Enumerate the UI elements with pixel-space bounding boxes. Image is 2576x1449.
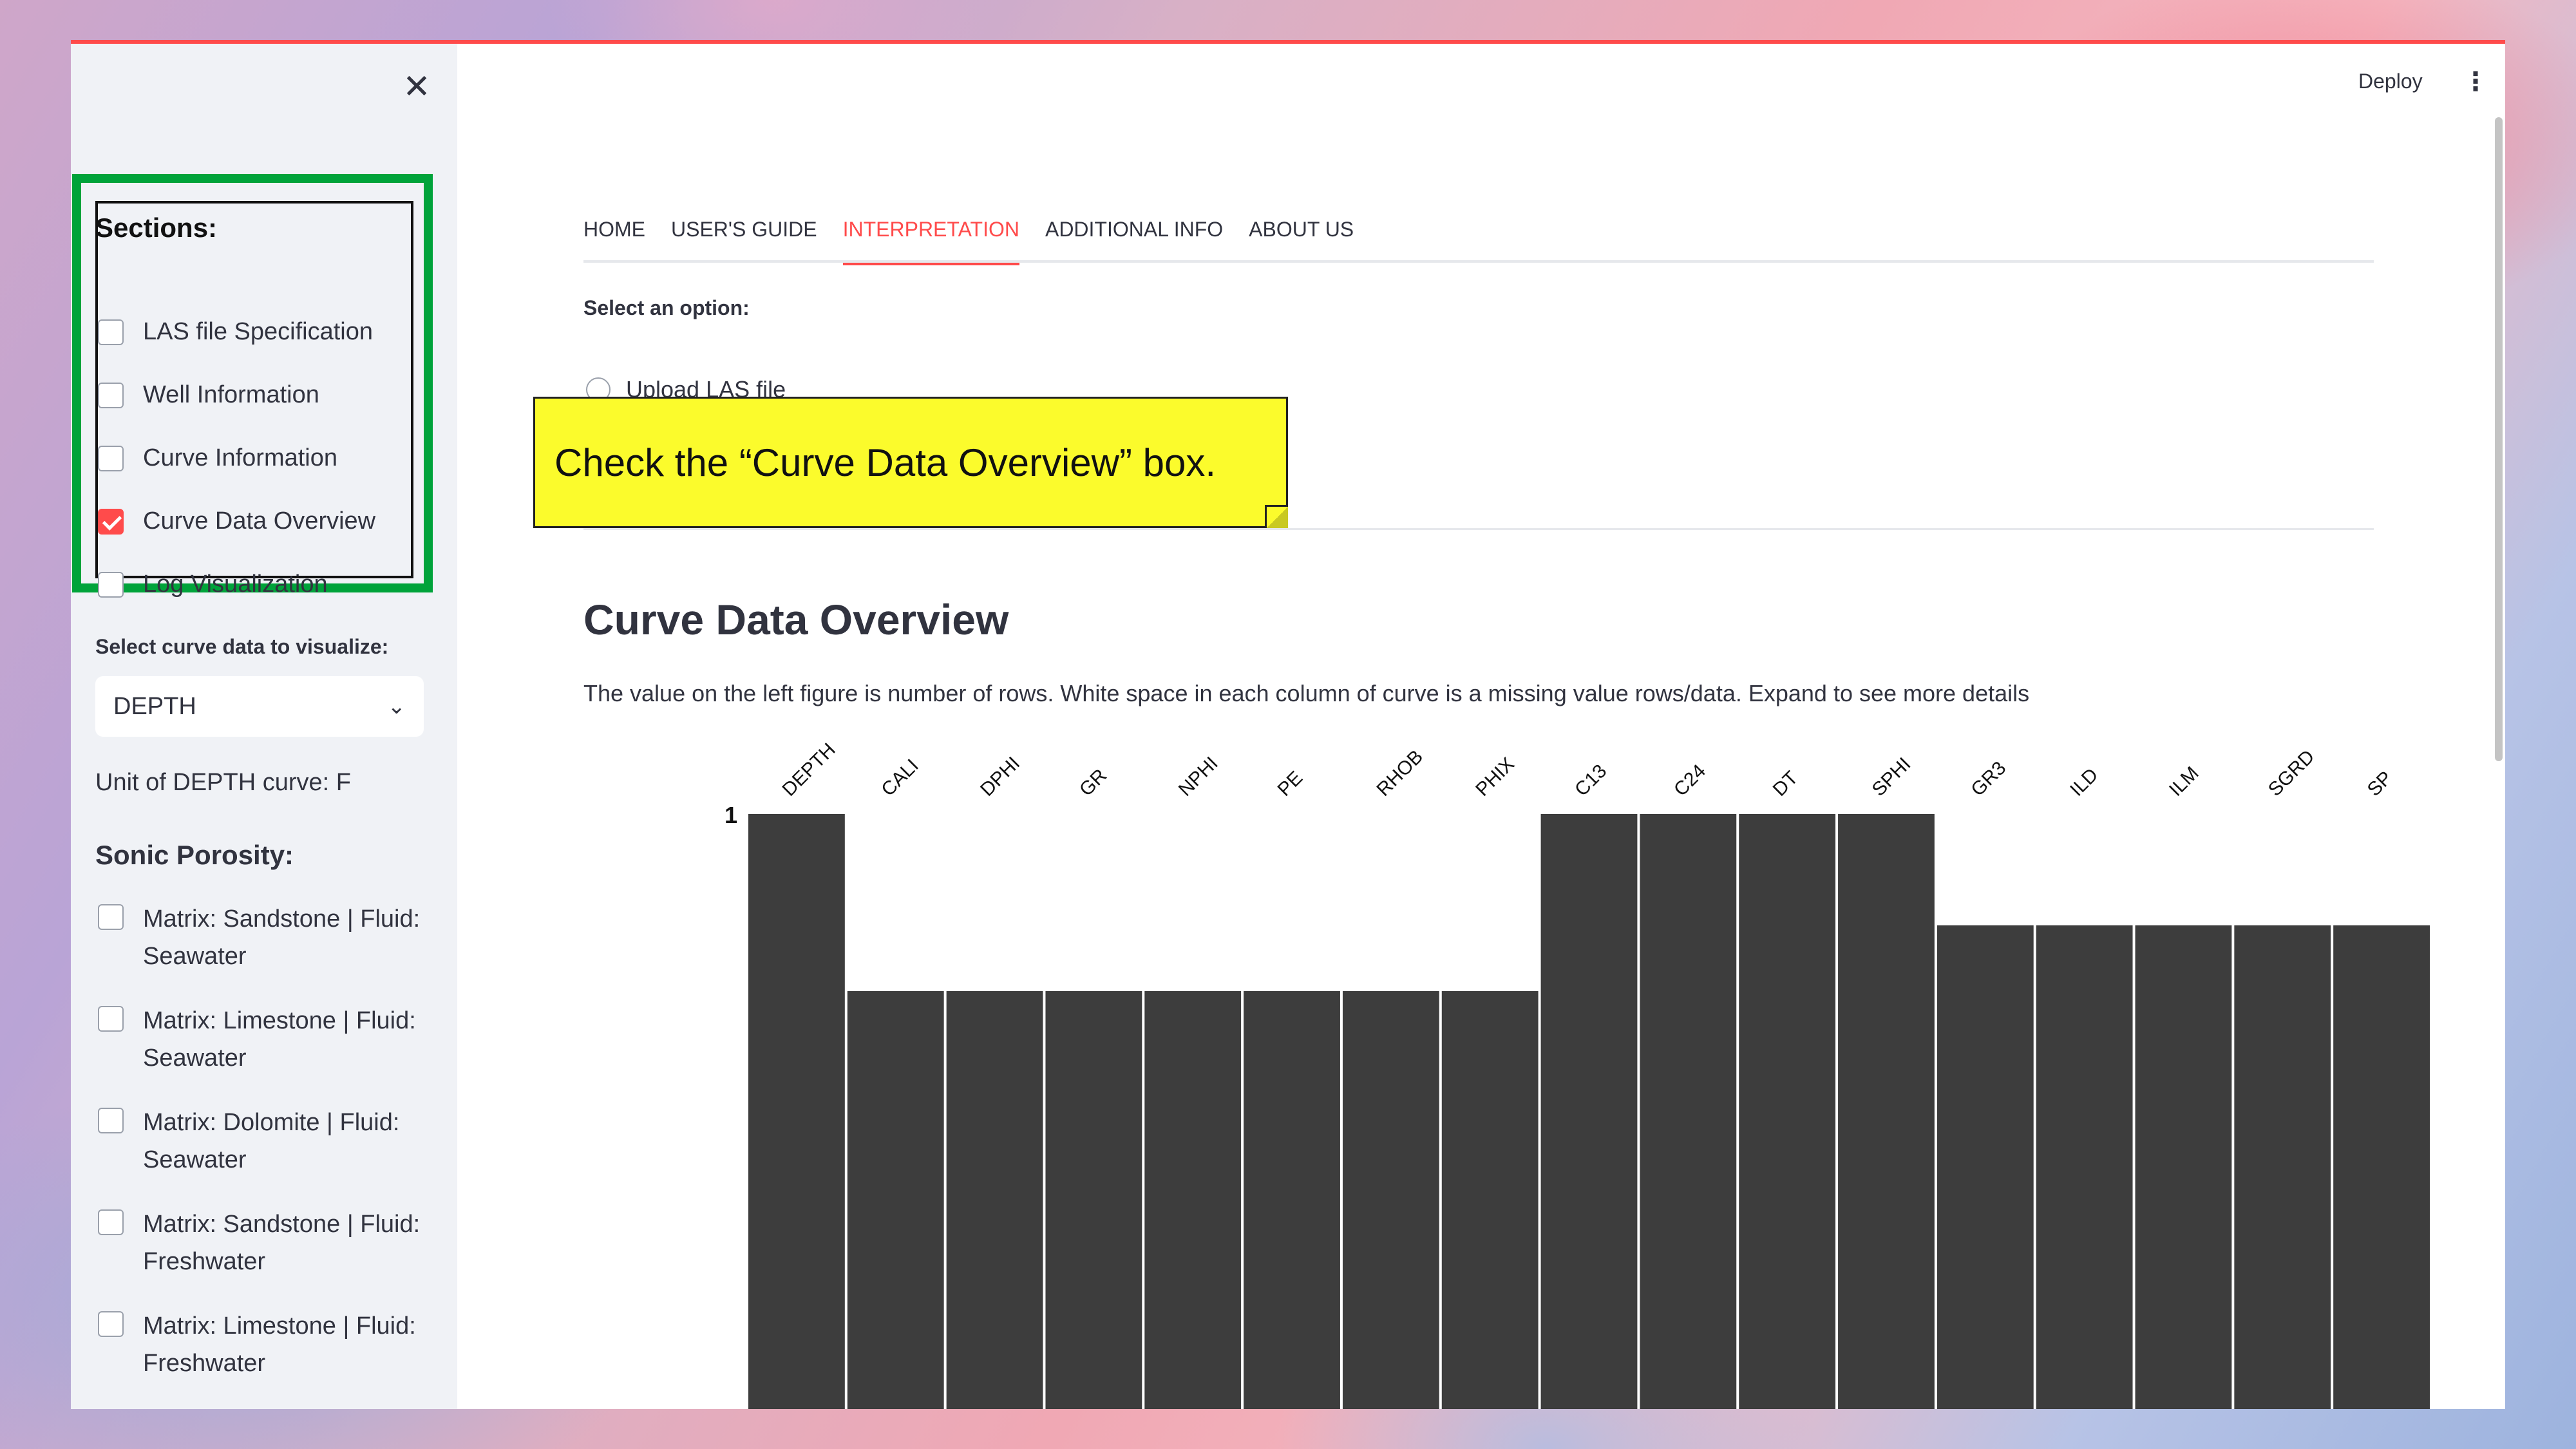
sidebar: ✕ Sections: LAS file Specification Well I… [71, 44, 457, 1409]
checkbox[interactable] [98, 1311, 124, 1337]
tick-label-ilm: ILM [2165, 762, 2203, 800]
tick-label-sp: SP [2363, 767, 2397, 800]
bar-rhob [1342, 990, 1439, 1409]
bar-phix [1441, 990, 1539, 1409]
checkbox-label: Matrix: Sandstone | Fluid: Freshwater [143, 1211, 421, 1275]
callout-fold [1265, 505, 1288, 528]
sonic-option-checkbox[interactable]: Matrix: Limestone | Fluid: Seawater [98, 1002, 426, 1077]
tick-label-pe: PE [1274, 767, 1307, 800]
chevron-down-icon: ⌄ [387, 694, 406, 719]
checkbox-label: Log Visualization [143, 571, 328, 598]
instruction-callout: Check the “Curve Data Overview” box. [533, 397, 1288, 528]
app-window: ✕ Sections: LAS file Specification Well I… [71, 40, 2505, 1409]
tick-label-sgrd: SGRD [2264, 746, 2319, 800]
tick-label-phix: PHIX [1472, 753, 1519, 800]
curve-select[interactable]: DEPTH ⌄ [95, 676, 424, 737]
tab-home[interactable]: HOME [583, 213, 645, 263]
bar-c24 [1640, 814, 1737, 1409]
bar-cali [847, 990, 944, 1409]
tick-label-depth: DEPTH [779, 739, 840, 800]
sonic-option-checkbox[interactable]: Matrix: Dolomite | Fluid: Seawater [98, 1104, 426, 1179]
curve-select-value: DEPTH [113, 692, 196, 720]
bar-pe [1244, 990, 1340, 1409]
checkbox-label: Matrix: Limestone | Fluid: Seawater [143, 1007, 416, 1072]
tick-label-rhob: RHOB [1372, 746, 1427, 800]
close-icon[interactable]: ✕ [394, 64, 439, 109]
bar-gr [1045, 990, 1142, 1409]
divider [583, 528, 2374, 530]
bar-gr3 [1937, 925, 2034, 1409]
select-curve-label: Select curve data to visualize: [95, 635, 389, 658]
checkbox-label: Matrix: Sandstone | Fluid: Seawater [143, 905, 421, 970]
section-checkbox-curve-data-overview[interactable]: Curve Data Overview [98, 507, 375, 535]
tab-bar: HOME USER'S GUIDE INTERPRETATION ADDITIONAL… [583, 213, 2374, 265]
tick-label-dt: DT [1769, 767, 1803, 800]
option-label: Select an option: [583, 296, 750, 319]
deploy-button[interactable]: Deploy [2358, 70, 2423, 93]
tick-label-gr3: GR3 [1967, 757, 2010, 800]
tick-label-nphi: NPHI [1175, 753, 1222, 800]
checkbox[interactable] [98, 571, 124, 598]
tick-label-cali: CALI [877, 755, 923, 800]
callout-text: Check the “Curve Data Overview” box. [554, 440, 1217, 484]
bar-ilm [2135, 925, 2232, 1409]
checkbox[interactable] [98, 445, 124, 471]
bar-sp [2333, 925, 2430, 1409]
sonic-option-checkbox[interactable]: Matrix: Sandstone | Fluid: Seawater [98, 900, 426, 975]
sections-title: Sections: [95, 213, 218, 243]
sonic-option-checkbox[interactable]: Matrix: Sandstone | Fluid: Freshwater [98, 1206, 426, 1280]
y-tick-label: 1 [724, 802, 737, 828]
checkbox[interactable] [98, 1209, 124, 1235]
checkbox-label: Curve Information [143, 444, 338, 471]
bar-c13 [1540, 814, 1638, 1409]
section-checkbox-log-visualization[interactable]: Log Visualization [98, 571, 328, 598]
sonic-porosity-title: Sonic Porosity: [95, 840, 294, 870]
missing-values-chart: DEPTH CALI DPHI GR NPHI PE RHOB PHIX C13 C24 DT SPH… [724, 739, 2430, 1409]
page-title: Curve Data Overview [583, 596, 1009, 643]
unit-text: Unit of DEPTH curve: F [95, 769, 351, 796]
tick-label-ild: ILD [2066, 764, 2102, 800]
checkbox[interactable] [98, 1108, 124, 1133]
description-text: The value on the left figure is number o… [583, 680, 2030, 706]
tab-interpretation[interactable]: INTERPRETATION [842, 213, 1020, 265]
bar-sphi [1838, 814, 1935, 1409]
checkbox[interactable] [98, 904, 124, 930]
bar-nphi [1144, 990, 1242, 1409]
bar-dphi [946, 990, 1043, 1409]
checkbox-label: Matrix: Limestone | Fluid: Freshwater [143, 1312, 416, 1377]
checkbox[interactable] [98, 1006, 124, 1032]
tick-label-c13: C13 [1571, 761, 1611, 800]
tab-about-us[interactable]: ABOUT US [1249, 213, 1354, 263]
tick-label-dphi: DPHI [976, 753, 1024, 800]
tab-additional-info[interactable]: ADDITIONAL INFO [1045, 213, 1223, 263]
checkbox-label: Well Information [143, 381, 319, 408]
sonic-option-checkbox[interactable]: Matrix: Limestone | Fluid: Freshwater [98, 1307, 426, 1382]
checkbox[interactable] [98, 508, 124, 535]
section-checkbox-well-information[interactable]: Well Information [98, 381, 319, 409]
bar-dt [1739, 814, 1836, 1409]
checkbox-label: Matrix: Dolomite | Fluid: Seawater [143, 1109, 400, 1173]
tick-label-gr: GR [1075, 765, 1111, 800]
checkbox[interactable] [98, 382, 124, 408]
checkbox-label: Curve Data Overview [143, 507, 376, 535]
checkbox-label: LAS file Specification [143, 318, 373, 345]
bar-depth [748, 814, 845, 1409]
bar-ild [2036, 925, 2133, 1409]
section-checkbox-las-file-specification[interactable]: LAS file Specification [98, 318, 373, 346]
tick-label-c24: C24 [1670, 761, 1710, 800]
more-vertical-icon[interactable]: ⋮ [2463, 67, 2488, 97]
section-checkbox-curve-information[interactable]: Curve Information [98, 444, 337, 472]
bar-sgrd [2234, 925, 2331, 1409]
tab-user-s-guide[interactable]: USER'S GUIDE [671, 213, 817, 263]
scrollbar[interactable] [2495, 117, 2503, 761]
checkbox[interactable] [98, 319, 124, 345]
tick-label-sphi: SPHI [1868, 753, 1915, 800]
